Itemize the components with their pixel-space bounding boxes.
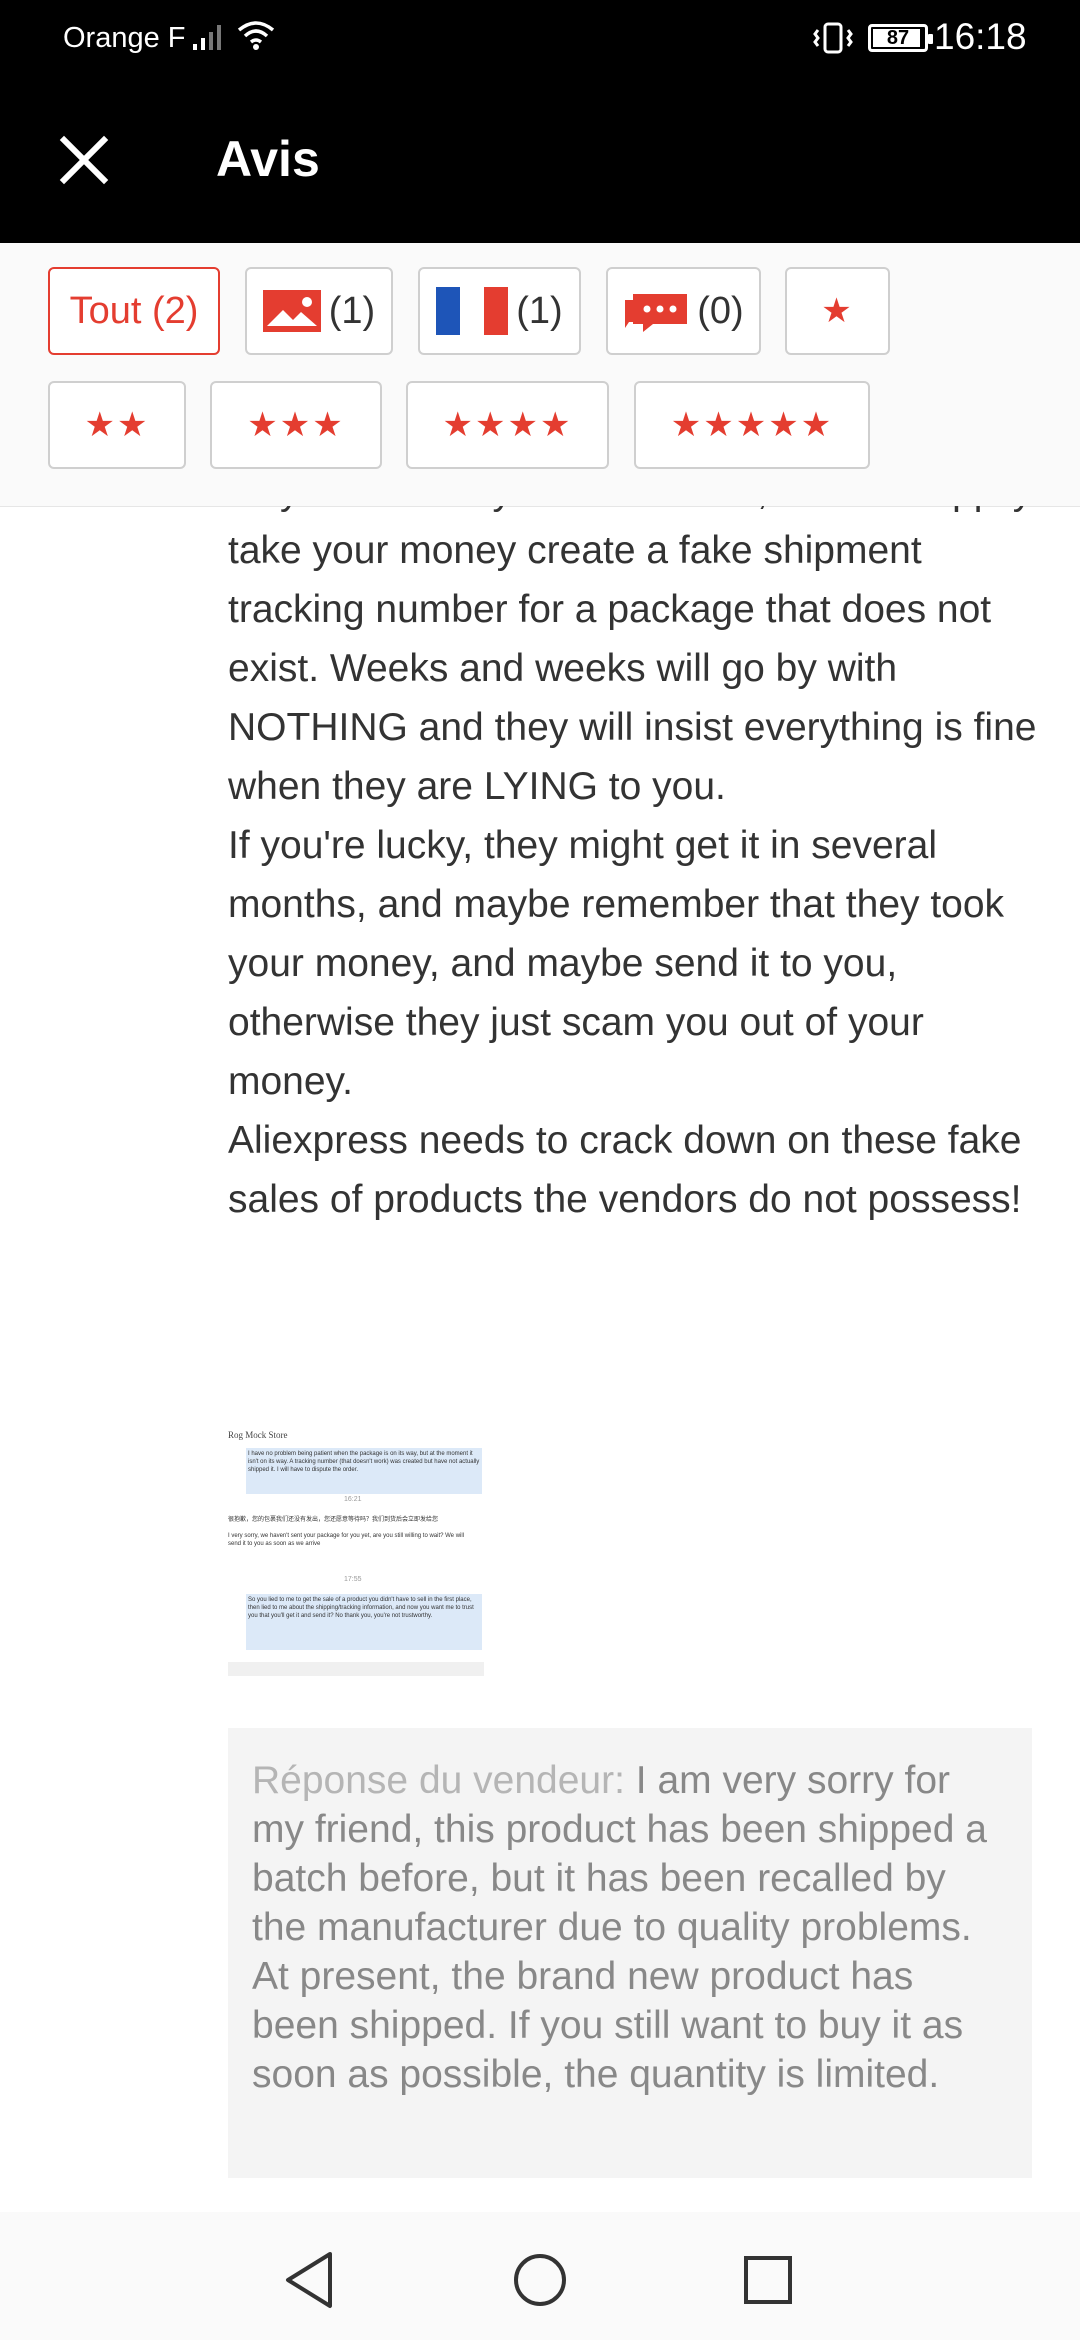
chat-message: I have no problem being patient when the… bbox=[246, 1448, 482, 1494]
seller-reply: Réponse du vendeur: I am very sorry for … bbox=[228, 1728, 1032, 2178]
recents-nav-icon[interactable] bbox=[728, 2240, 808, 2320]
review-photo[interactable]: Rog Mock Store I have no problem being p… bbox=[228, 1424, 484, 1678]
filter-comment-count: (0) bbox=[697, 289, 744, 332]
seller-reply-label: Réponse du vendeur: bbox=[252, 1759, 636, 1802]
review-body: only means they do not have it, but will… bbox=[228, 506, 1048, 1229]
star-icon: ★★★ bbox=[247, 406, 345, 444]
carrier-name: Orange F bbox=[63, 22, 186, 54]
status-bar: Orange F 87 16:18 bbox=[0, 0, 1080, 80]
comment-icon bbox=[625, 294, 688, 332]
filter-all-chip[interactable]: Tout (2) bbox=[48, 267, 220, 355]
filter-all-label: Tout (2) bbox=[69, 289, 199, 332]
filter-4-star-chip[interactable]: ★★★★ bbox=[406, 381, 609, 469]
filter-3-star-chip[interactable]: ★★★ bbox=[210, 381, 382, 469]
filter-5-star-chip[interactable]: ★★★★★ bbox=[634, 381, 870, 469]
review-paragraph: only means they do not have it, but will… bbox=[228, 506, 1037, 808]
filter-photo-count: (1) bbox=[328, 289, 376, 332]
france-flag-icon bbox=[436, 287, 509, 335]
top-bar: Orange F 87 16:18 Avis bbox=[0, 0, 1080, 243]
review-paragraph: If you're lucky, they might get it in se… bbox=[228, 824, 1005, 1103]
chat-store-name: Rog Mock Store bbox=[228, 1430, 288, 1440]
chat-time: 17:55 bbox=[344, 1576, 362, 1583]
back-nav-icon[interactable] bbox=[270, 2240, 350, 2320]
signal-icon bbox=[193, 25, 221, 50]
vibrate-icon bbox=[813, 22, 853, 54]
seller-reply-text: I am very sorry for my friend, this prod… bbox=[252, 1759, 987, 2096]
filter-2-star-chip[interactable]: ★★ bbox=[48, 381, 186, 469]
chat-message: I very sorry, we haven't sent your packa… bbox=[228, 1532, 478, 1566]
wifi-icon bbox=[237, 21, 275, 50]
star-icon: ★★ bbox=[84, 406, 150, 444]
filter-country-count: (1) bbox=[516, 289, 563, 332]
photo-icon bbox=[262, 290, 321, 332]
battery-level: 87 bbox=[886, 27, 910, 49]
navigation-bar bbox=[0, 2212, 1080, 2340]
filter-comment-chip[interactable]: (0) bbox=[606, 267, 761, 355]
filter-photo-chip[interactable]: (1) bbox=[245, 267, 393, 355]
filter-1-star-chip[interactable]: ★ bbox=[785, 267, 890, 355]
app-bar: Avis bbox=[0, 80, 1080, 243]
star-icon: ★★★★★ bbox=[670, 406, 834, 444]
chat-time: 16:21 bbox=[344, 1496, 362, 1503]
star-icon: ★★★★ bbox=[442, 406, 573, 444]
home-nav-icon[interactable] bbox=[500, 2240, 580, 2320]
chat-input-bar bbox=[228, 1662, 484, 1676]
page-title: Avis bbox=[216, 131, 320, 187]
clock: 16:18 bbox=[934, 16, 1027, 57]
close-icon[interactable] bbox=[44, 120, 124, 200]
review-content: only means they do not have it, but will… bbox=[0, 506, 1080, 2206]
chat-message: So you lied to me to get the sale of a p… bbox=[246, 1594, 482, 1650]
filter-country-chip[interactable]: (1) bbox=[418, 267, 581, 355]
battery-icon: 87 bbox=[868, 24, 933, 52]
review-paragraph: Aliexpress needs to crack down on these … bbox=[228, 1119, 1022, 1221]
star-icon: ★ bbox=[821, 292, 854, 330]
review-filters: Tout (2) (1) (1) (0) ★ ★★ ★★★ ★★★★ ★★★★★ bbox=[0, 243, 1080, 507]
chat-message: 很抱歉，您的包裹我们还没有发出，您还愿意等待吗？我们到货后会立即发给您 bbox=[228, 1517, 439, 1523]
